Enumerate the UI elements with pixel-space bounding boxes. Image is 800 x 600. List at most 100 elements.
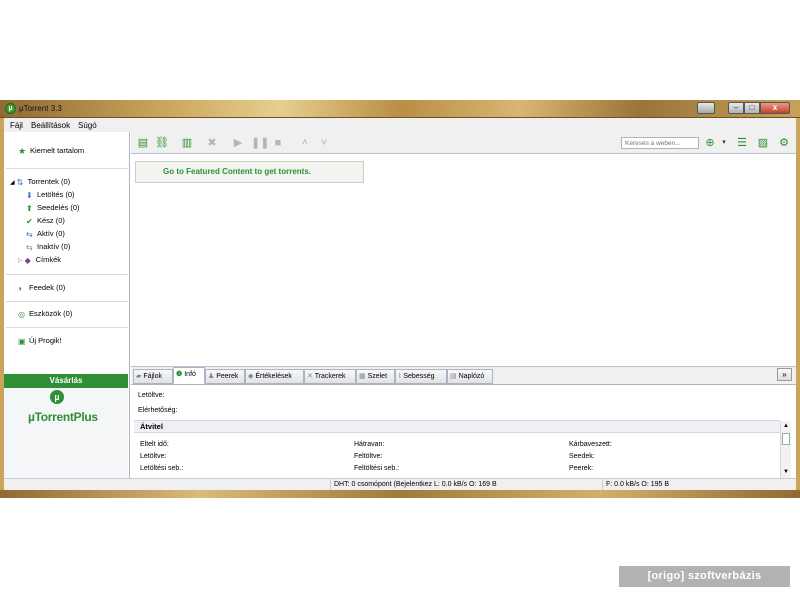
tab-logger[interactable]: ▤ Naplózó (447, 369, 493, 384)
sidebar-item-active[interactable]: ⇆ Aktív (0) (26, 229, 65, 239)
peers-label: Peerek: (569, 465, 594, 472)
sidebar-item-torrents[interactable]: ◢ ⇅ Torrentek (0) (10, 177, 71, 187)
seeds-label: Seedek: (569, 453, 595, 460)
list-view-icon[interactable]: ☰ (735, 136, 749, 150)
sidebar-item-label: Inaktív (0) (37, 242, 71, 251)
torrents-icon: ⇅ (16, 178, 24, 187)
menu-settings[interactable]: Beállítások (31, 121, 70, 130)
tab-label: Peerek (216, 373, 239, 380)
remaining-label: Hátravan: (354, 441, 385, 448)
close-button[interactable]: x (760, 102, 790, 114)
tab-trackers[interactable]: ✕ Trackerek (304, 369, 356, 384)
tag-icon: ◆ (24, 256, 31, 265)
tab-pieces[interactable]: ▦ Szelet (356, 369, 395, 384)
menu-file[interactable]: Fájl (10, 121, 23, 130)
sidebar-divider (6, 327, 128, 328)
sidebar-item-label: Feedek (0) (29, 283, 66, 292)
sidebar-item-label: Seedelés (0) (37, 203, 80, 212)
sidebar-item-apps[interactable]: ▣ Új Progik! (18, 336, 62, 346)
add-torrent-icon[interactable]: ▤ (136, 136, 150, 150)
logger-icon: ▤ (450, 373, 459, 380)
chevron-down-icon[interactable]: ▾ (717, 136, 731, 150)
elapsed-time-label: Eltelt idő: (140, 441, 169, 448)
availability-label: Elérhetőség: (138, 407, 178, 414)
sidebar-item-devices[interactable]: ◎ Eszközök (0) (18, 309, 73, 319)
downloaded-amount-label: Letöltve: (140, 453, 167, 460)
tab-label: Trackerek (314, 373, 346, 380)
tab-label: Szelet (367, 373, 388, 380)
sidebar-divider (6, 301, 128, 302)
uploaded-label: Feltöltve: (354, 453, 383, 460)
sidebar-item-seeding[interactable]: ⬆ Seedelés (0) (26, 203, 80, 213)
search-input[interactable] (621, 137, 699, 149)
menu-help[interactable]: Súgó (78, 121, 97, 130)
buy-button[interactable]: Vásárlás (4, 374, 128, 388)
collapse-panel-button[interactable]: » (777, 368, 792, 381)
sidebar-item-completed[interactable]: ✔ Kész (0) (26, 216, 65, 226)
menu-bar: Fájl Beállítások Súgó (0, 118, 800, 132)
sidebar-item-label: Kiemelt tartalom (30, 146, 85, 155)
chevron-up-icon[interactable]: ˄ (298, 136, 312, 150)
remote-icon[interactable]: ▨ (756, 136, 770, 150)
tab-label: Fájlok (143, 373, 163, 380)
device-icon: ◎ (18, 310, 25, 319)
tab-ratings[interactable]: ◆ Értékelések (245, 369, 304, 384)
create-torrent-icon[interactable]: ▥ (180, 136, 194, 150)
scroll-down-icon[interactable]: ▼ (782, 468, 790, 476)
download-speed-label: Letöltési seb.: (140, 465, 184, 472)
sidebar-item-inactive[interactable]: ⇆ Inaktív (0) (26, 242, 71, 252)
utorrent-logo-icon: µ (5, 103, 16, 114)
pause-icon[interactable]: ❚❚ (251, 136, 269, 150)
detail-tabs: ▰ Fájlok ❶ Infó ♟ Peerek ◆ Értékelések ✕… (131, 367, 796, 384)
sidebar-item-feeds[interactable]: ◗ Feedek (0) (18, 283, 66, 293)
apps-icon: ▣ (18, 337, 26, 346)
stop-icon[interactable]: ■ (271, 136, 285, 150)
chevron-down-icon[interactable]: ˅ (317, 136, 331, 150)
tab-files[interactable]: ▰ Fájlok (133, 369, 173, 384)
torrent-list[interactable] (131, 155, 796, 367)
info-scrollbar[interactable]: ▲ ▼ (780, 421, 791, 478)
tab-peers[interactable]: ♟ Peerek (205, 369, 245, 384)
pieces-icon: ▦ (359, 373, 368, 380)
utorrent-plus-logo-icon: µ (50, 390, 64, 404)
window-frame-right (796, 132, 800, 498)
utorrent-plus-ad[interactable] (4, 388, 128, 478)
sidebar-item-featured[interactable]: ★ Kiemelt tartalom (18, 146, 85, 156)
sidebar-item-labels[interactable]: ▷ ◆ Címkék (18, 255, 62, 265)
sidebar-divider (6, 274, 128, 275)
sidebar-item-label: Eszközök (0) (29, 309, 73, 318)
minimize-button[interactable]: – (728, 102, 744, 114)
star-icon: ★ (18, 146, 27, 156)
upload-arrow-icon: ⬆ (26, 204, 33, 213)
transfer-group-header: Átvitel (134, 420, 780, 433)
gear-icon[interactable]: ⚙ (777, 136, 791, 150)
sidebar-item-label: Címkék (35, 255, 62, 264)
sidebar-item-downloading[interactable]: ⬇ Letöltés (0) (26, 190, 75, 200)
trackers-icon: ✕ (307, 373, 315, 380)
globe-search-icon[interactable]: ⊕ (703, 136, 717, 150)
tab-label: Infó (184, 371, 196, 378)
upload-speed-label: Feltöltési seb.: (354, 465, 400, 472)
window-extra-button[interactable] (697, 102, 715, 114)
remove-x-icon[interactable]: ✖ (205, 136, 219, 150)
utorrent-plus-logo: µTorrentPlus (28, 410, 98, 424)
maximize-button[interactable]: □ (744, 102, 760, 114)
status-bar: DHT: 0 csomópont (Bejelentkez L: 0.0 kB/… (4, 478, 796, 491)
tab-info[interactable]: ❶ Infó (173, 367, 205, 384)
sidebar-item-label: Új Progik! (29, 336, 62, 345)
expand-triangle-icon[interactable]: ◢ (10, 180, 15, 186)
tab-speed[interactable]: ⌇ Sebesség (395, 369, 447, 384)
expand-triangle-icon[interactable]: ▷ (18, 258, 23, 264)
play-icon[interactable]: ▶ (231, 136, 245, 150)
scrollbar-thumb[interactable] (782, 433, 790, 445)
sidebar-item-label: Letöltés (0) (37, 190, 75, 199)
sidebar-item-label: Torrentek (0) (27, 177, 71, 186)
inactive-arrows-icon: ⇆ (26, 243, 33, 252)
watermark: [origo] szoftverbázis (619, 566, 790, 587)
info-icon: ❶ (176, 371, 185, 378)
wasted-label: Kárbaveszett: (569, 441, 612, 448)
add-link-icon[interactable]: ⛓ (155, 136, 169, 150)
featured-content-banner[interactable]: Go to Featured Content to get torrents. (135, 161, 364, 183)
sidebar-divider (6, 168, 128, 169)
scroll-up-icon[interactable]: ▲ (782, 422, 790, 430)
